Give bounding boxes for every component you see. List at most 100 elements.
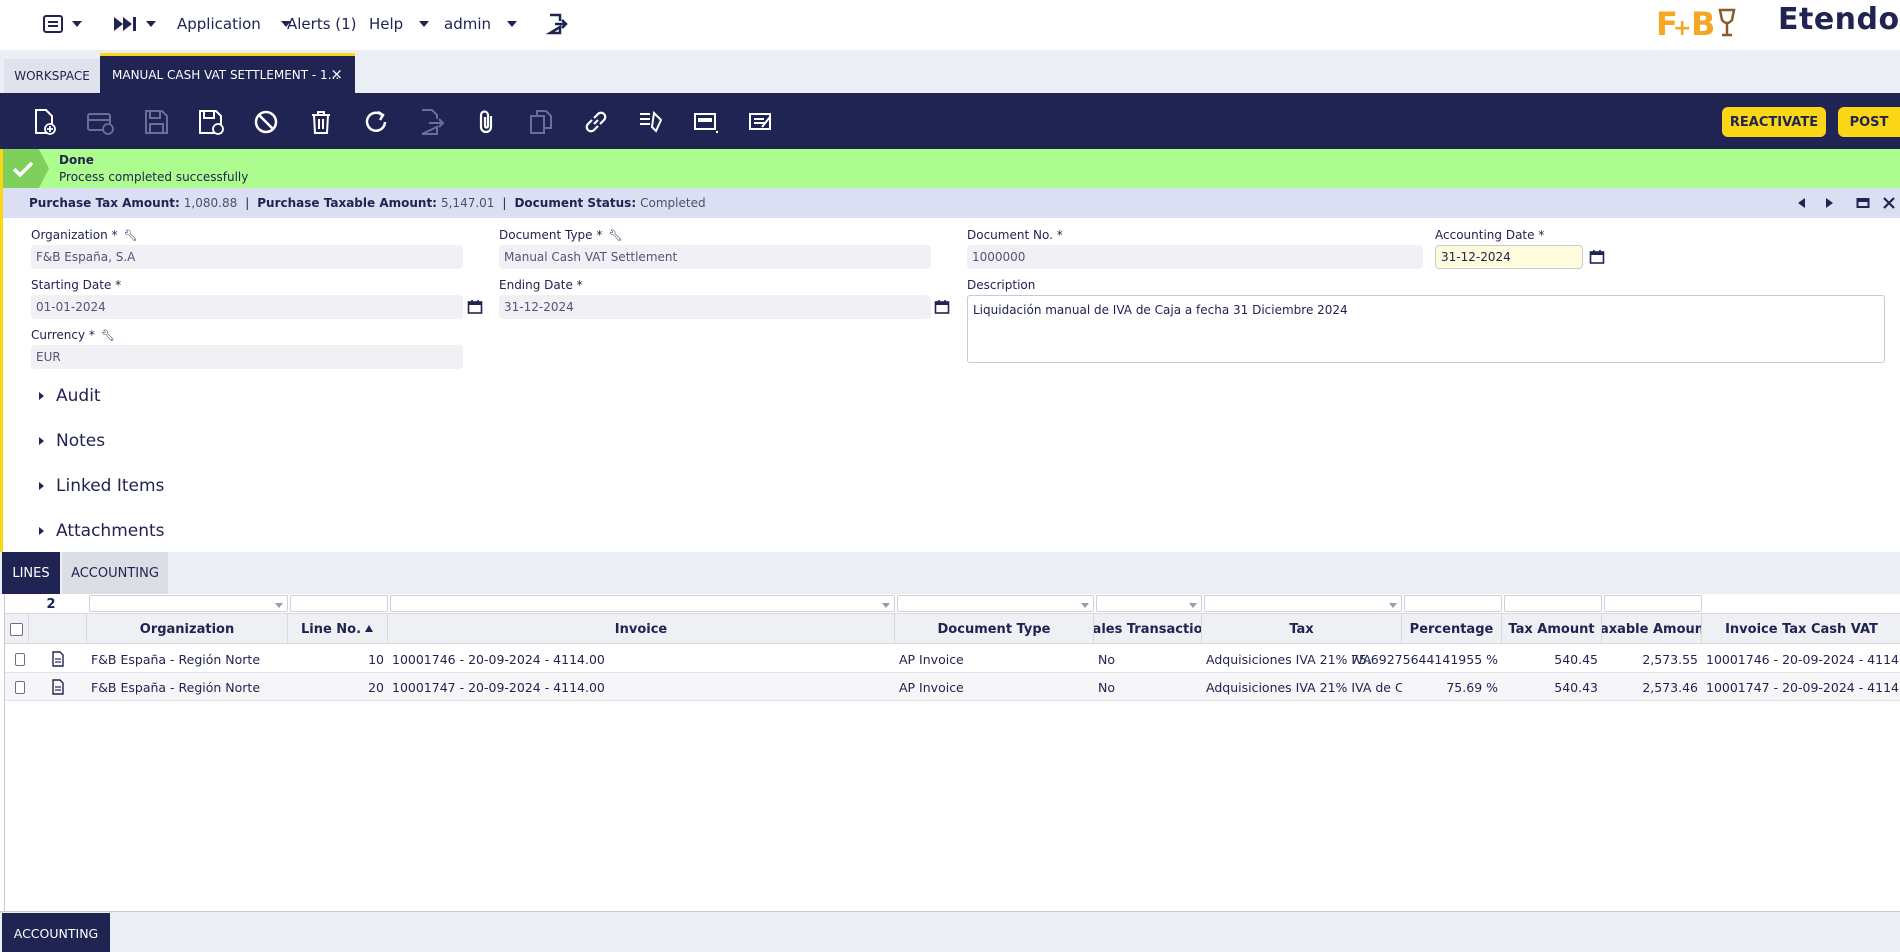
row-checkbox[interactable] [11,645,29,673]
wrench-icon[interactable]: 🔧︎ [101,329,115,342]
previous-record-icon[interactable] [1795,196,1809,210]
header-invoice-tax-cash-vat[interactable]: Invoice Tax Cash VAT [1702,614,1900,644]
success-message: Done Process completed successfully [0,149,1900,188]
close-form-icon[interactable] [1882,196,1896,210]
accounting-date-label: Accounting Date * [1435,228,1545,242]
table-row[interactable]: F&B España - Región Norte 20 10001747 - … [5,673,1900,701]
print-icon[interactable] [636,107,666,137]
email-icon[interactable] [746,107,776,137]
starting-date-label: Starting Date * [31,278,122,292]
filter-organization[interactable] [89,595,288,612]
accounting-date-field[interactable]: 31-12-2024 [1435,245,1583,269]
header-document-type[interactable]: Document Type [895,614,1094,644]
filter-document-type[interactable] [897,595,1094,612]
row-checkbox-box[interactable] [15,652,25,666]
document-no-field[interactable]: 1000000 [967,245,1423,269]
tab-accounting-bottom[interactable]: ACCOUNTING [2,913,110,952]
calendar-icon[interactable] [1589,249,1605,265]
chevron-down-icon [146,21,156,27]
calendar-icon[interactable] [467,299,483,315]
filter-line-no[interactable] [290,595,388,612]
filter-tax[interactable] [1204,595,1402,612]
tab-lines[interactable]: LINES [2,552,60,594]
delete-icon[interactable] [306,107,336,137]
new-row-icon[interactable] [85,107,115,137]
calendar-icon[interactable] [934,299,950,315]
filter-dropdown-icon [275,603,283,608]
save-and-close-icon[interactable] [196,107,226,137]
quick-launch-button[interactable] [112,10,156,38]
tab-accounting[interactable]: ACCOUNTING [62,552,168,594]
select-all-checkbox[interactable] [10,622,23,636]
header-organization[interactable]: Organization [87,614,288,644]
header-percentage[interactable]: Percentage [1402,614,1502,644]
document-icon[interactable] [47,673,77,701]
post-button[interactable]: POST [1838,107,1900,137]
organization-field[interactable]: F&B España, S.A [31,245,463,269]
header-taxable-amount[interactable]: Taxable Amount [1602,614,1702,644]
chevron-down-icon [507,21,517,27]
table-row[interactable]: F&B España - Región Norte 10 10001746 - … [5,645,1900,673]
description-field[interactable]: Liquidación manual de IVA de Caja a fech… [967,295,1885,363]
document-icon[interactable] [47,645,77,673]
header-tax-amount[interactable]: Tax Amount [1502,614,1602,644]
purchase-tax-amount-label: Purchase Tax Amount: [29,196,180,210]
header-sales-transaction[interactable]: Sales Transaction [1094,614,1202,644]
section-notes-label: Notes [56,431,106,451]
section-linked-items[interactable]: Linked Items [39,476,164,496]
grid-view-icon[interactable] [691,107,721,137]
header-invoice[interactable]: Invoice [388,614,895,644]
undo-icon[interactable] [251,107,281,137]
filter-invoice[interactable] [390,595,895,612]
section-notes[interactable]: Notes [39,431,105,451]
attach-icon[interactable] [471,107,501,137]
cell-sales-transaction: No [1098,679,1115,695]
logout-icon [546,13,568,35]
filter-percentage[interactable] [1404,595,1502,612]
bottom-tab-bar: ACCOUNTING [0,911,1900,952]
export-icon[interactable] [416,107,446,137]
row-checkbox[interactable] [11,673,29,701]
section-attachments[interactable]: Attachments [39,521,165,541]
new-document-icon[interactable] [29,107,59,137]
starting-date-field[interactable]: 01-01-2024 [31,295,463,319]
fb-logo: F + B [1656,2,1740,43]
close-tab-icon[interactable]: × [330,65,343,83]
workspace-menu-button[interactable] [42,10,82,38]
help-menu[interactable]: Help [369,10,430,38]
filter-dropdown-icon [1081,603,1089,608]
cell-invoice[interactable]: 10001747 - 20-09-2024 - 4114.00 [388,673,895,701]
filter-tax-amount[interactable] [1504,595,1602,612]
reactivate-button[interactable]: REACTIVATE [1722,107,1826,137]
header-select-all[interactable] [5,614,29,644]
row-checkbox-box[interactable] [15,680,25,694]
header-tax[interactable]: Tax [1202,614,1402,644]
tab-manual-cash-vat-settlement[interactable]: MANUAL CASH VAT SETTLEMENT - 1... × [100,53,355,93]
wrench-icon[interactable]: 🔧︎ [124,229,138,242]
cell-tax: Adquisiciones IVA 21% IVA de C... [1206,679,1402,695]
filter-sales-transaction[interactable] [1096,595,1202,612]
link-icon[interactable] [581,107,611,137]
ending-date-label: Ending Date * [499,278,583,292]
alerts-link[interactable]: Alerts (1) [287,10,357,38]
logout-button[interactable] [546,10,568,38]
wrench-icon[interactable]: 🔧︎ [608,229,622,242]
document-status-label: Document Status: [514,196,637,210]
currency-field[interactable]: EUR [31,345,463,369]
next-record-icon[interactable] [1822,196,1836,210]
ending-date-field[interactable]: 31-12-2024 [499,295,931,319]
cell-invoice[interactable]: 10001746 - 20-09-2024 - 4114.00 [388,645,895,673]
application-menu[interactable]: Application [177,10,291,38]
filter-taxable-amount[interactable] [1604,595,1702,612]
tab-workspace[interactable]: WORKSPACE [4,59,100,93]
clone-icon[interactable] [526,107,556,137]
header-line-no[interactable]: Line No. [288,614,388,644]
document-type-field[interactable]: Manual Cash VAT Settlement [499,245,931,269]
maximize-icon[interactable] [1856,196,1870,210]
user-menu[interactable]: admin [444,10,517,38]
tab-title: MANUAL CASH VAT SETTLEMENT - 1... [112,67,340,82]
refresh-icon[interactable] [361,107,391,137]
save-icon[interactable] [141,107,171,137]
quick-launch-icon [114,17,136,31]
section-audit[interactable]: Audit [39,386,101,406]
